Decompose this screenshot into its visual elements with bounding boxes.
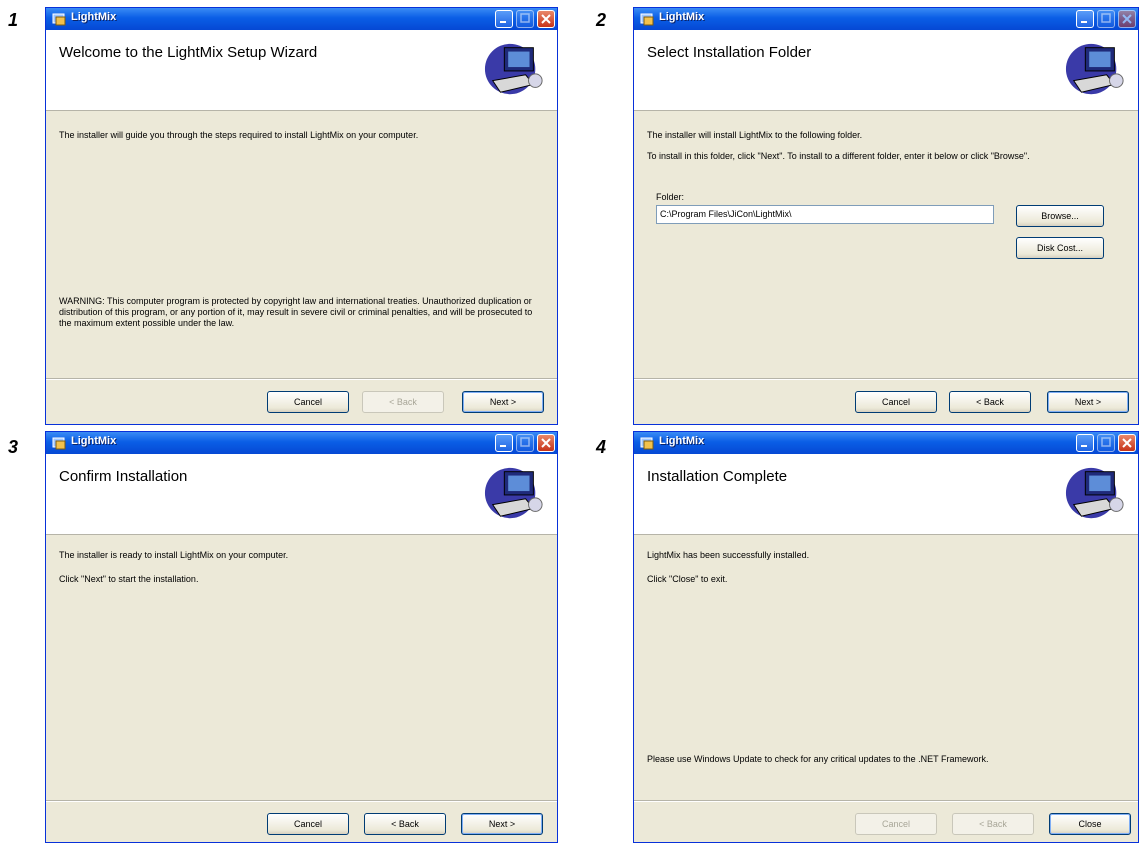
installer-app-icon: [640, 13, 654, 26]
next-button[interactable]: Next >: [461, 813, 543, 835]
cancel-button[interactable]: Cancel: [267, 813, 349, 835]
disk-cost-button[interactable]: Disk Cost...: [1016, 237, 1104, 259]
window-title: LightMix: [659, 435, 705, 447]
close-icon: [1122, 438, 1132, 448]
footer-divider: [46, 800, 557, 802]
close-window-button[interactable]: [1118, 434, 1136, 452]
cancel-button[interactable]: Cancel: [855, 391, 937, 413]
maximize-icon: [1101, 13, 1111, 23]
close-icon: [541, 438, 551, 448]
maximize-icon: [1101, 437, 1111, 447]
minimize-icon: [500, 21, 506, 23]
setup-window-complete: LightMix Installation Complete LightMix …: [633, 431, 1139, 843]
minimize-button[interactable]: [1076, 434, 1094, 452]
minimize-icon: [1081, 21, 1087, 23]
close-icon: [1122, 14, 1132, 24]
intro-text: The installer will guide you through the…: [59, 130, 419, 140]
maximize-icon: [520, 437, 530, 447]
close-icon: [541, 14, 551, 24]
folder-label: Folder:: [656, 192, 685, 202]
step-number-2: 2: [596, 10, 607, 30]
next-button[interactable]: Next >: [462, 391, 544, 413]
install-location-text: The installer will install LightMix to t…: [647, 130, 863, 140]
header-banner: Welcome to the LightMix Setup Wizard: [46, 30, 557, 111]
computer-setup-icon: [1065, 43, 1124, 95]
setup-window-welcome: LightMix Welcome to the LightMix Setup W…: [45, 7, 558, 425]
header-banner: Installation Complete: [634, 454, 1138, 535]
minimize-button[interactable]: [495, 434, 513, 452]
computer-setup-icon: [484, 43, 543, 95]
folder-path-input[interactable]: C:\Program Files\JiCon\LightMix\: [656, 205, 994, 224]
page-heading: Installation Complete: [647, 468, 788, 485]
maximize-button: [516, 10, 534, 28]
step-number-3: 3: [8, 437, 19, 457]
maximize-button: [516, 434, 534, 452]
window-title: LightMix: [659, 11, 705, 23]
close-window-button[interactable]: [537, 10, 555, 28]
maximize-button: [1097, 10, 1115, 28]
page-heading: Confirm Installation: [59, 468, 188, 485]
footer-divider: [46, 378, 557, 380]
success-text: LightMix has been successfully installed…: [647, 550, 810, 560]
computer-setup-icon: [484, 467, 543, 519]
close-window-button[interactable]: [537, 434, 555, 452]
header-banner: Select Installation Folder: [634, 30, 1138, 111]
window-title: LightMix: [71, 11, 117, 23]
minimize-button[interactable]: [1076, 10, 1094, 28]
page-heading: Select Installation Folder: [647, 44, 812, 61]
window-title: LightMix: [71, 435, 117, 447]
copyright-warning: WARNING: This computer program is protec…: [59, 296, 533, 328]
installer-app-icon: [640, 437, 654, 450]
windows-update-text: Please use Windows Update to check for a…: [647, 754, 989, 764]
header-banner: Confirm Installation: [46, 454, 557, 535]
close-button[interactable]: Close: [1049, 813, 1131, 835]
installer-app-icon: [52, 437, 66, 450]
title-bar[interactable]: LightMix: [634, 432, 1138, 454]
title-bar[interactable]: LightMix: [46, 432, 557, 454]
back-button: < Back: [952, 813, 1034, 835]
maximize-icon: [520, 13, 530, 23]
next-button[interactable]: Next >: [1047, 391, 1129, 413]
back-button[interactable]: < Back: [364, 813, 446, 835]
back-button[interactable]: < Back: [949, 391, 1031, 413]
minimize-icon: [1081, 445, 1087, 447]
footer-divider: [634, 378, 1138, 380]
install-instructions-text: To install in this folder, click "Next".…: [647, 151, 1030, 161]
page-heading: Welcome to the LightMix Setup Wizard: [59, 44, 318, 61]
cancel-button[interactable]: Cancel: [267, 391, 349, 413]
close-window-button[interactable]: [1118, 10, 1136, 28]
cancel-button: Cancel: [855, 813, 937, 835]
setup-window-folder: LightMix Select Installation Folder The …: [633, 7, 1139, 425]
ready-text: The installer is ready to install LightM…: [59, 550, 289, 560]
start-instructions-text: Click "Next" to start the installation.: [59, 574, 199, 584]
step-number-1: 1: [8, 10, 19, 30]
minimize-icon: [500, 445, 506, 447]
title-bar[interactable]: LightMix: [634, 8, 1138, 30]
footer-divider: [634, 800, 1138, 802]
step-number-4: 4: [596, 437, 607, 457]
close-instructions-text: Click "Close" to exit.: [647, 574, 728, 584]
browse-button[interactable]: Browse...: [1016, 205, 1104, 227]
back-button: < Back: [362, 391, 444, 413]
title-bar[interactable]: LightMix: [46, 8, 557, 30]
setup-window-confirm: LightMix Confirm Installation The instal…: [45, 431, 558, 843]
maximize-button: [1097, 434, 1115, 452]
computer-setup-icon: [1065, 467, 1124, 519]
minimize-button[interactable]: [495, 10, 513, 28]
installer-app-icon: [52, 13, 66, 26]
